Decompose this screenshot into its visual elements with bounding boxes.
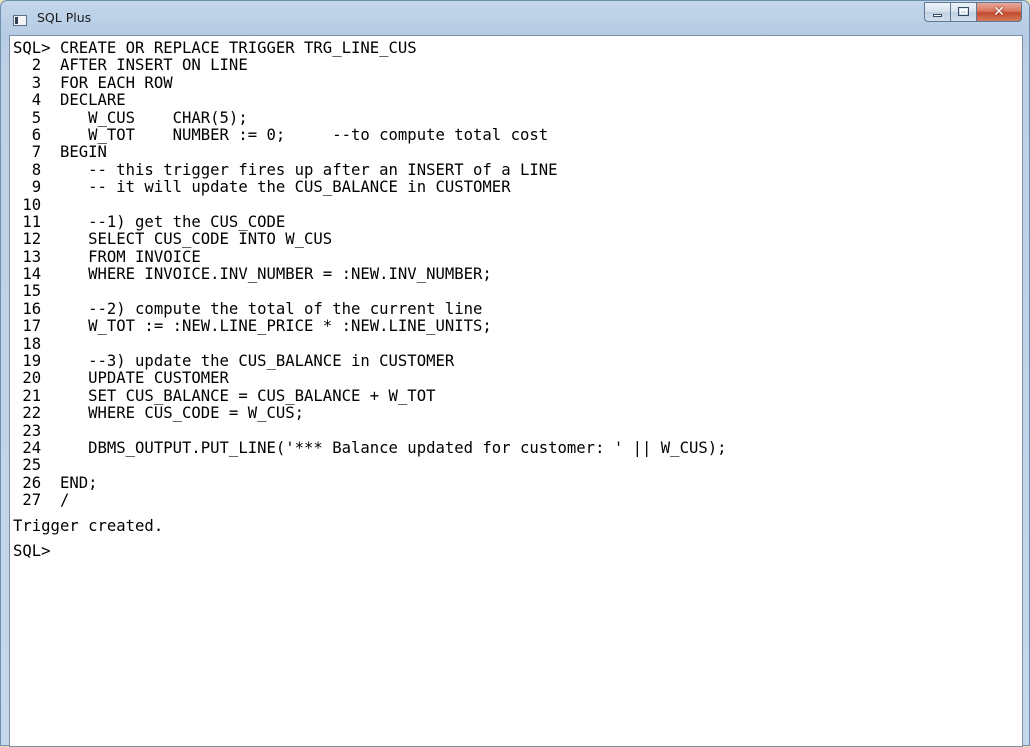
console-line: 27 / — [13, 491, 70, 510]
close-button[interactable]: ✕ — [976, 2, 1022, 22]
console-line: 13 FROM INVOICE — [13, 247, 201, 266]
console-line: 16 --2) compute the total of the current… — [13, 299, 483, 318]
console-line: 10 — [13, 195, 42, 214]
console-line: 19 --3) update the CUS_BALANCE in CUSTOM… — [13, 352, 455, 371]
window-title: SQL Plus — [37, 10, 92, 25]
title-bar[interactable]: SQL Plus ✕ — [1, 1, 1029, 35]
caption-buttons: ✕ — [924, 2, 1022, 22]
close-icon: ✕ — [993, 4, 1005, 20]
console-line: 2 AFTER INSERT ON LINE — [13, 56, 248, 75]
console-line: 11 --1) get the CUS_CODE — [13, 212, 286, 231]
console-line: 18 — [13, 334, 42, 353]
console-line: 4 DECLARE — [13, 91, 126, 110]
console-line: 20 UPDATE CUSTOMER — [13, 369, 229, 388]
console-line: 24 DBMS_OUTPUT.PUT_LINE('*** Balance upd… — [13, 438, 727, 457]
console-line: SQL> CREATE OR REPLACE TRIGGER TRG_LINE_… — [13, 39, 417, 57]
console-line: 3 FOR EACH ROW — [13, 73, 173, 92]
sqlplus-window: SQL Plus ✕ SQL> CREATE OR REPLACE TRIGGE… — [0, 0, 1030, 747]
console-line: 25 — [13, 456, 42, 475]
console-line: 9 -- it will update the CUS_BALANCE in C… — [13, 178, 511, 197]
maximize-button[interactable] — [950, 2, 976, 22]
console-line: 26 END; — [13, 473, 98, 492]
maximize-icon — [958, 7, 969, 16]
console-text: SQL> CREATE OR REPLACE TRIGGER TRG_LINE_… — [13, 39, 727, 560]
console-line: 22 WHERE CUS_CODE = W_CUS; — [13, 404, 305, 423]
console-line: 8 -- this trigger fires up after an INSE… — [13, 160, 558, 179]
console-line: 14 WHERE INVOICE.INV_NUMBER = :NEW.INV_N… — [13, 265, 492, 284]
minimize-icon — [933, 14, 942, 17]
console-line: 21 SET CUS_BALANCE = CUS_BALANCE + W_TOT — [13, 386, 436, 405]
console-line: 23 — [13, 421, 42, 440]
console-output[interactable]: SQL> CREATE OR REPLACE TRIGGER TRG_LINE_… — [9, 35, 1023, 747]
console-line: 6 W_TOT NUMBER := 0; --to compute total … — [13, 125, 549, 144]
console-line: 5 W_CUS CHAR(5); — [13, 108, 248, 127]
console-line: 17 W_TOT := :NEW.LINE_PRICE * :NEW.LINE_… — [13, 317, 492, 336]
minimize-button[interactable] — [924, 2, 950, 22]
console-line: 12 SELECT CUS_CODE INTO W_CUS — [13, 230, 333, 249]
console-line: 15 — [13, 282, 42, 301]
console-line: 7 BEGIN — [13, 143, 107, 162]
result-message: Trigger created. — [13, 516, 164, 535]
sql-prompt[interactable]: SQL> — [13, 542, 727, 560]
console-window-icon[interactable] — [13, 15, 27, 26]
